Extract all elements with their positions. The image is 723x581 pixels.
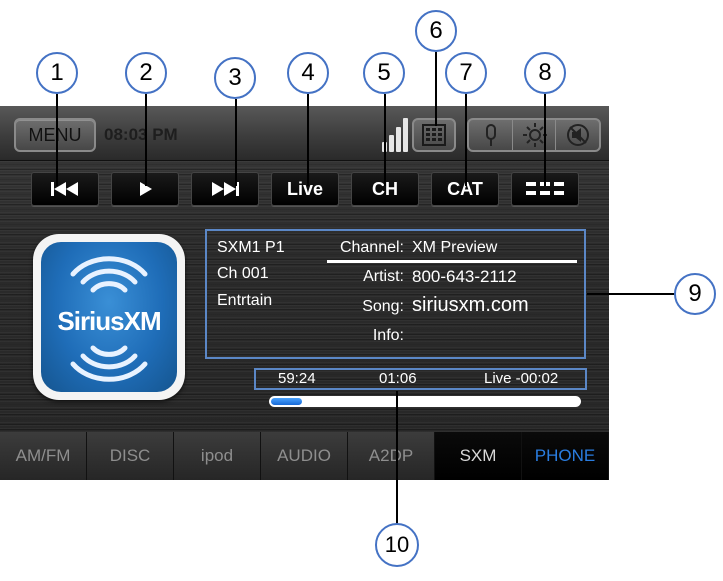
callout-10-leader [396,391,398,527]
song-label: Song: [362,298,404,315]
skip-back-icon [51,182,78,196]
channel-underline [327,260,577,263]
brightness-icon [522,123,547,147]
mute-icon [567,124,590,146]
callout-1-leader [56,94,58,186]
tab-ipod[interactable]: ipod [174,432,261,480]
menu-button[interactable]: MENU [14,118,96,152]
callout-1: 1 [36,52,78,94]
elapsed-time: 01:06 [379,370,417,387]
callout-6: 6 [415,10,457,52]
callout-6-leader [435,52,437,126]
callout-10: 10 [375,523,419,567]
previous-button[interactable] [31,172,99,206]
progress-bar[interactable] [269,396,581,407]
microphone-icon [486,124,496,146]
callout-5: 5 [363,52,405,94]
callout-7: 7 [445,52,487,94]
song-value: siriusxm.com [412,294,529,316]
tab-audio[interactable]: AUDIO [261,432,348,480]
artist-value: 800-643-2112 [412,267,517,286]
callout-3-leader [235,99,237,186]
mute-button[interactable] [556,120,599,150]
brightness-button[interactable] [513,120,557,150]
clock: 08:03 PM [104,125,178,144]
logo-text: SiriusXM [57,306,161,336]
keypad-button[interactable] [412,118,456,152]
callout-3: 3 [214,57,256,99]
keypad-icon [422,124,446,146]
callout-4-leader [307,94,309,186]
tab-disc[interactable]: DISC [87,432,174,480]
category-label: Entrtain [217,292,273,309]
callout-4: 4 [287,52,329,94]
source-tabs: AM/FM DISC ipod AUDIO A2DP SXM PHONE [0,432,609,480]
band-label: SXM1 P1 [217,239,285,256]
skip-forward-icon [212,182,239,196]
callout-9: 9 [674,273,716,315]
callout-2-leader [145,94,147,186]
channel-name: XM Preview [412,239,498,256]
tab-a2dp[interactable]: A2DP [348,432,435,480]
live-offset: Live -00:02 [484,370,559,387]
tab-phone[interactable]: PHONE [522,432,609,480]
callout-9-leader [587,293,675,295]
radio-screen: MENU 08:03 PM Live CH CAT SiriusXM SXM1 … [0,106,609,480]
channel-label: Channel: [339,239,404,256]
siriusxm-logo: SiriusXM [33,234,185,400]
next-button[interactable] [191,172,259,206]
tab-sxm[interactable]: SXM [435,432,522,480]
callout-8: 8 [524,52,566,94]
buffer-time: 59:24 [278,370,316,387]
audio-settings-group [467,118,601,152]
progress-fill [271,398,302,405]
channel-number: Ch 001 [217,265,269,282]
callout-8-leader [544,94,546,186]
callout-7-leader [465,94,467,186]
tab-am-fm[interactable]: AM/FM [0,432,87,480]
microphone-button[interactable] [469,120,513,150]
artist-label: Artist: [363,268,404,285]
top-bar: MENU 08:03 PM [0,106,609,161]
callout-5-leader [384,94,386,186]
callout-2: 2 [125,52,167,94]
live-button[interactable]: Live [271,172,339,206]
info-label: Info: [372,327,404,344]
